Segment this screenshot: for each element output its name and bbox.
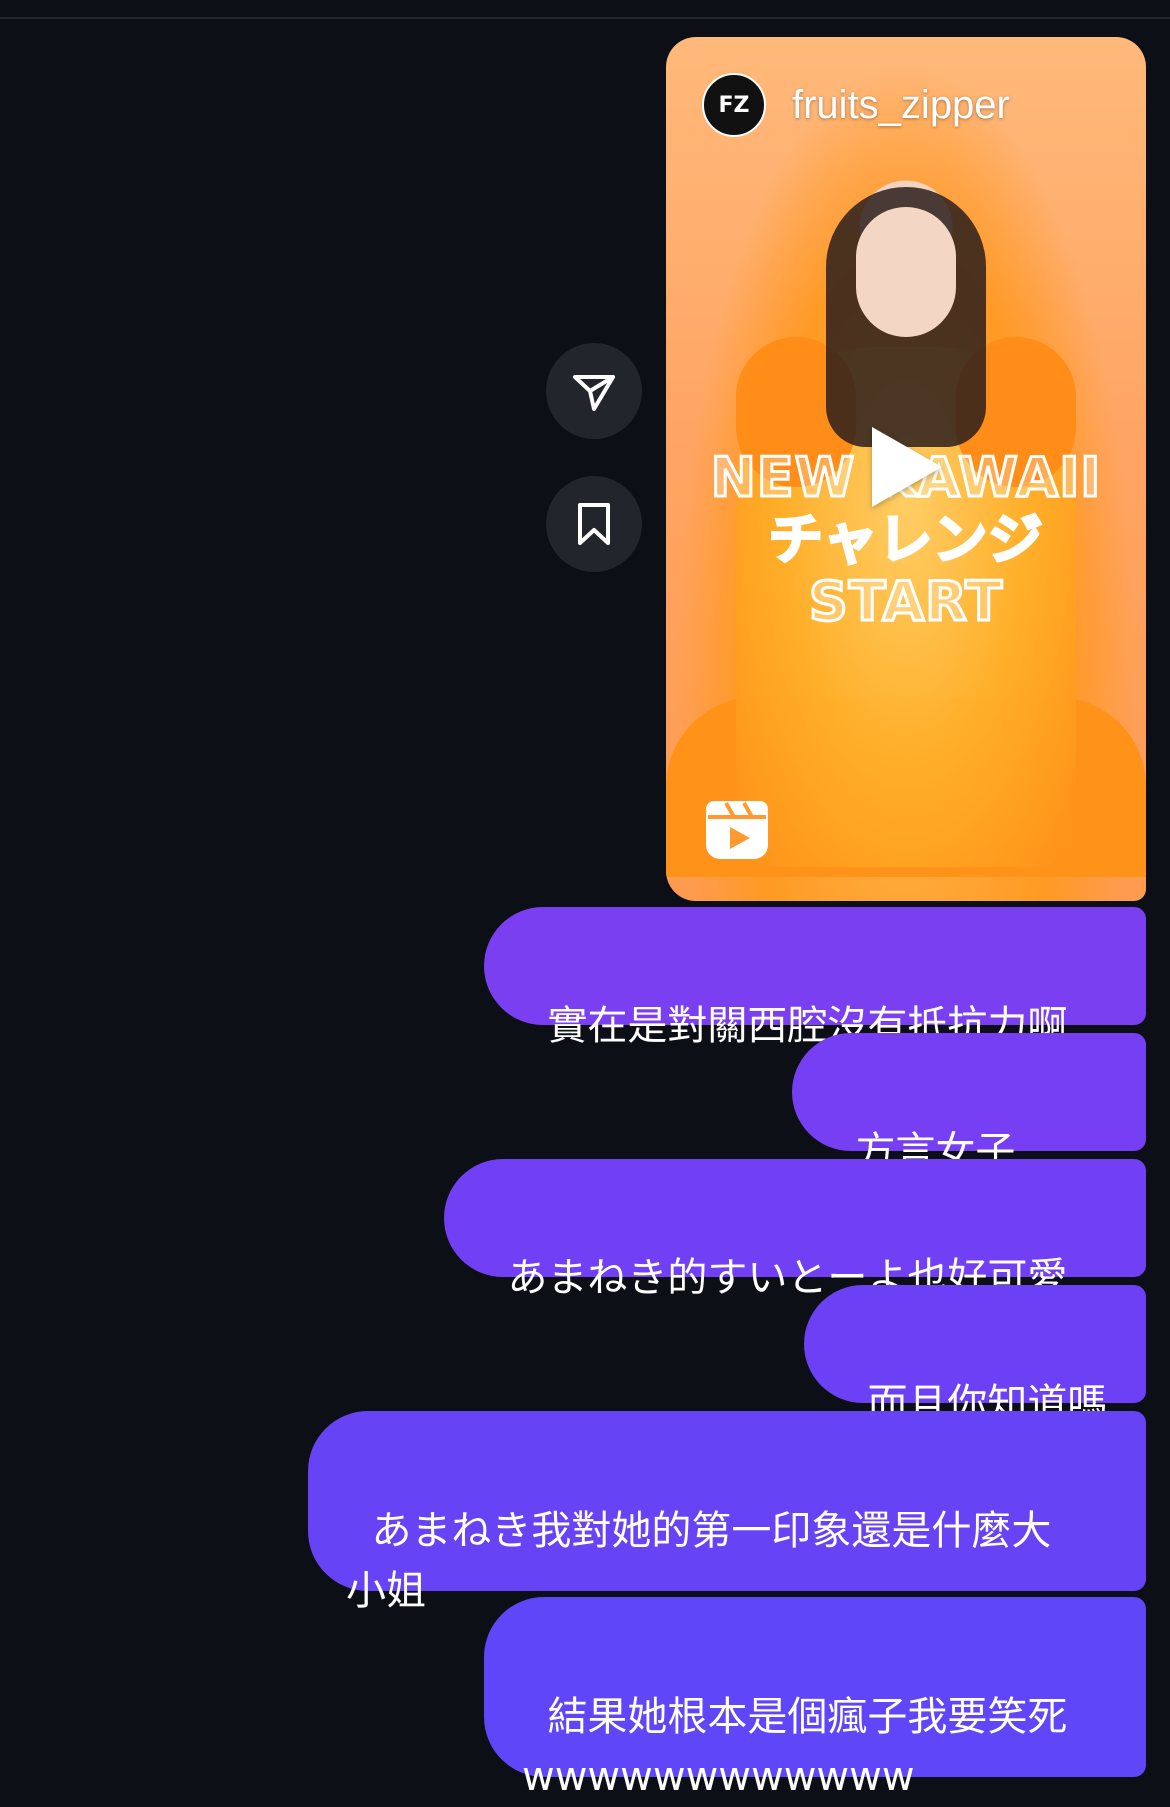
overlay-line-3: START (807, 569, 1004, 634)
reels-icon (706, 801, 768, 859)
shared-reel-card[interactable]: FZ fruits_zipper NEW KAWAII チャレンジ START (666, 37, 1146, 901)
top-divider (0, 17, 1170, 19)
message-bubble[interactable]: 而且你知道嗎 (804, 1285, 1146, 1427)
account-avatar[interactable]: FZ (702, 73, 766, 137)
message-bubble[interactable]: あまねき我對她的第一印象還是什麼大 小姐 (308, 1411, 1146, 1614)
save-button[interactable] (546, 476, 642, 572)
account-name[interactable]: fruits_zipper (792, 83, 1010, 128)
share-button[interactable] (546, 343, 642, 439)
overlay-line-2: チャレンジ (767, 507, 1044, 572)
message-bubble[interactable]: あまねき的すいとーよ也好可愛 (444, 1159, 1146, 1301)
message-bubble[interactable]: 實在是對關西腔沒有抵抗力啊 (484, 907, 1146, 1049)
message-bubble[interactable]: 結果她根本是個瘋子我要笑死 wwwwwwwwwwww (484, 1597, 1146, 1800)
reel-image-face (856, 207, 956, 337)
play-icon[interactable] (872, 427, 942, 507)
message-bubble[interactable]: 方言女子…… (792, 1033, 1146, 1175)
share-icon (573, 375, 615, 411)
message-text: 結果她根本是個瘋子我要笑死 wwwwwwwwwwww (522, 1694, 1068, 1800)
bookmark-icon (578, 503, 610, 545)
reel-header[interactable]: FZ fruits_zipper (702, 73, 1010, 137)
